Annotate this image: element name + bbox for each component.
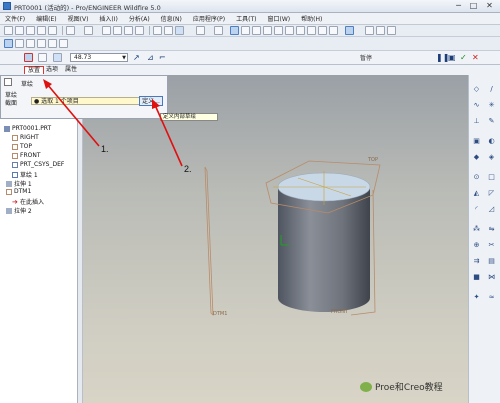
callout-arrow-1 xyxy=(46,83,100,147)
arrowhead-icon xyxy=(152,99,160,109)
callout-label-1: 1. xyxy=(101,144,109,154)
callout-arrow-2 xyxy=(154,104,183,167)
wechat-icon xyxy=(360,381,372,392)
watermark: Proe和Creo教程 xyxy=(360,380,443,393)
callout-arrows xyxy=(43,79,183,167)
callout-label-2: 2. xyxy=(184,164,192,174)
watermark-text: Proe和Creo教程 xyxy=(375,383,443,393)
